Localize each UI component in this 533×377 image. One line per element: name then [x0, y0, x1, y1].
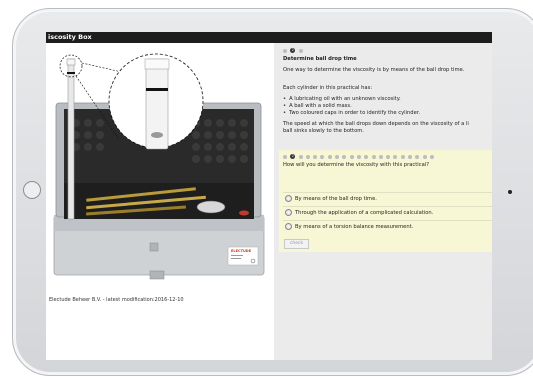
check-button[interactable]: check: [284, 239, 309, 249]
speed-text-line1: The speed at which the ball drops down d…: [283, 121, 469, 127]
footer-credit: Electude Beheer B.V. - latest modificati…: [49, 297, 184, 303]
question-dot[interactable]: [342, 154, 347, 159]
speed-text-line2: ball sinks slowly to the bottom.: [283, 128, 364, 134]
question-dot[interactable]: [393, 154, 398, 159]
question-dot[interactable]: [335, 154, 340, 159]
intro-text: One way to determine the viscosity is by…: [283, 67, 465, 73]
question-dot[interactable]: [400, 154, 405, 159]
progress-dot[interactable]: [283, 48, 287, 53]
content-pane: 2 Determine ball drop time One way to de…: [274, 43, 492, 360]
content-progress: 2: [283, 48, 303, 53]
section-heading: Determine ball drop time: [283, 56, 357, 62]
progress-dot-active[interactable]: 2: [290, 48, 296, 53]
product-label: ELECTUDE: [231, 249, 252, 253]
question-dot[interactable]: [356, 154, 361, 159]
radio-button[interactable]: [285, 209, 292, 216]
window-title: iscosity Box: [46, 32, 492, 43]
answer-label: Through the application of a complicated…: [295, 209, 434, 216]
question-dot[interactable]: [371, 154, 376, 159]
question-dot[interactable]: [408, 154, 413, 159]
radio-button[interactable]: [285, 195, 292, 202]
front-camera: [508, 190, 512, 194]
radio-button[interactable]: [285, 223, 292, 230]
question-dot[interactable]: [364, 154, 369, 159]
answer-option-2[interactable]: Through the application of a complicated…: [283, 206, 492, 218]
question-dot[interactable]: [422, 154, 427, 159]
answer-label: By means of a torsion balance measuremen…: [295, 223, 414, 230]
screen: iscosity Box ELECTUDE Electude Beheer B.…: [46, 32, 492, 360]
question-dot[interactable]: [415, 154, 420, 159]
question-text: How will you determine the viscosity wit…: [283, 162, 429, 168]
question-dot[interactable]: [283, 154, 287, 159]
progress-dot[interactable]: [298, 48, 303, 53]
question-dot[interactable]: [386, 154, 391, 159]
viscosity-box-image: ELECTUDE: [53, 53, 265, 280]
question-dot[interactable]: [320, 154, 325, 159]
cylinder-intro: Each cylinder in this practical has:: [283, 85, 373, 91]
question-dot[interactable]: [327, 154, 332, 159]
left-pane: ELECTUDE Electude Beheer B.V. - latest m…: [46, 43, 274, 360]
question-dot[interactable]: [378, 154, 383, 159]
answer-option-1[interactable]: By means of the ball drop time.: [283, 192, 492, 204]
question-dot[interactable]: [349, 154, 354, 159]
answer-option-3[interactable]: By means of a torsion balance measuremen…: [283, 220, 492, 232]
bullet-item: Two coloured caps in order to identify t…: [283, 110, 420, 117]
bullet-item: A lubricating oil with an unknown viscos…: [283, 96, 401, 103]
question-dot[interactable]: [298, 154, 303, 159]
question-progress: 2: [283, 154, 434, 159]
question-dot-active[interactable]: 2: [290, 154, 296, 159]
home-button[interactable]: [23, 181, 41, 199]
question-dot[interactable]: [429, 154, 434, 159]
question-dot[interactable]: [313, 154, 318, 159]
question-box: 2 How will you determine the viscosity w…: [279, 150, 492, 252]
bullet-item: A ball with a solid mass.: [283, 103, 352, 110]
answer-label: By means of the ball drop time.: [295, 195, 377, 202]
question-dot[interactable]: [305, 154, 310, 159]
